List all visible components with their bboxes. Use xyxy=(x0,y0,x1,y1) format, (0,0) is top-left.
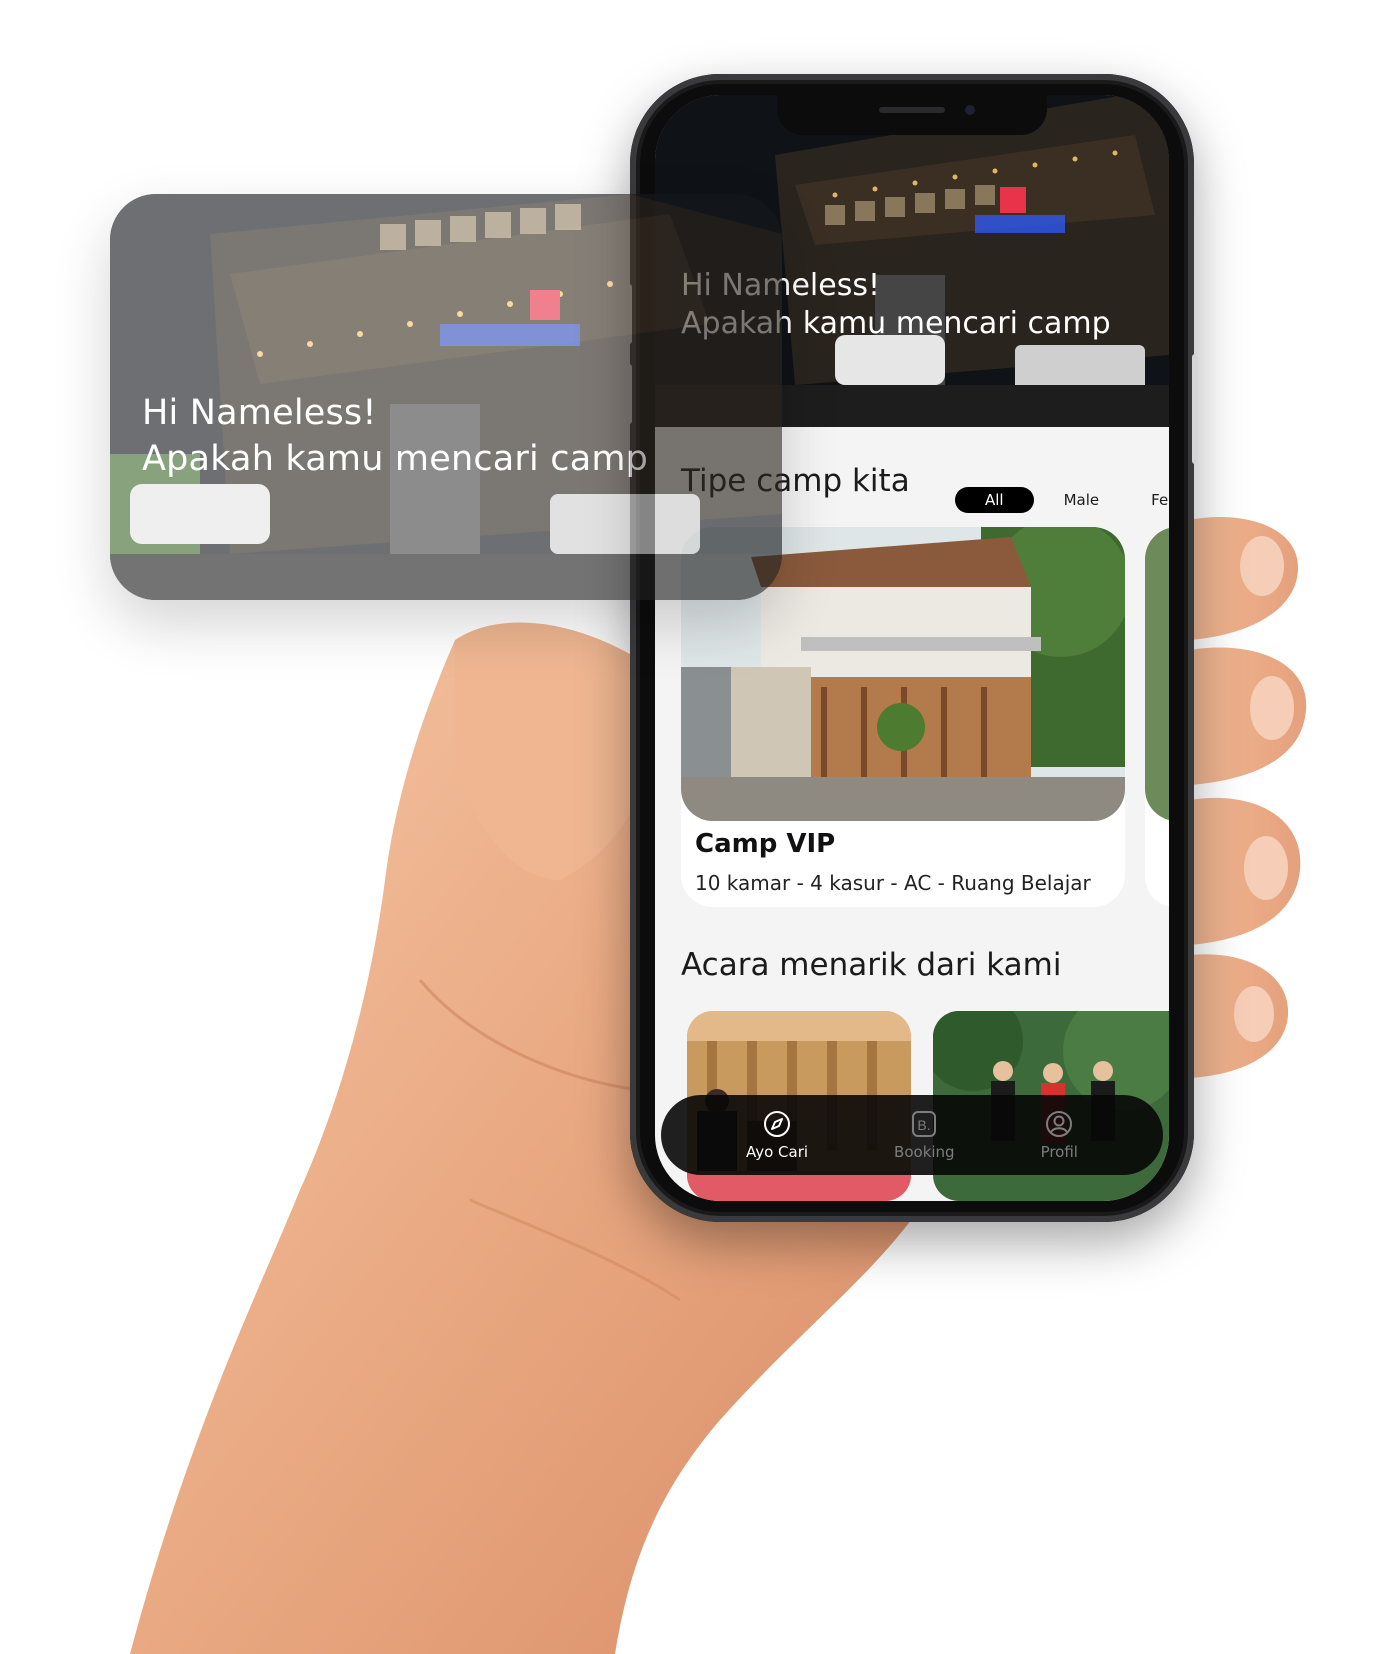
compass-icon xyxy=(764,1111,791,1137)
floating-hero-card: Hi Nameless! Apakah kamu mencari camp xyxy=(110,194,782,600)
camp-card-name: Camp VIP xyxy=(695,829,836,859)
nav-label-profil: Profil xyxy=(1040,1143,1078,1161)
nav-item-ayo-cari[interactable]: Ayo Cari xyxy=(746,1109,808,1161)
booking-icon: B. xyxy=(912,1111,937,1137)
nav-item-booking[interactable]: B. Booking xyxy=(894,1109,955,1161)
svg-text:B.: B. xyxy=(918,1117,931,1133)
nav-label-booking: Booking xyxy=(894,1143,955,1161)
camp-filter-chips: All Male Fema xyxy=(955,487,1169,513)
camp-card-next[interactable] xyxy=(1145,527,1169,907)
profile-icon xyxy=(1046,1111,1073,1137)
bottom-navigation: Ayo Cari B. Booking Profil xyxy=(661,1095,1163,1175)
nav-item-profil[interactable]: Profil xyxy=(1041,1109,1078,1161)
nav-label-ayo-cari: Ayo Cari xyxy=(745,1143,809,1161)
events-section-title: Acara menarik dari kami xyxy=(681,947,1062,983)
camp-card-description: 10 kamar - 4 kasur - AC - Ruang Belajar xyxy=(695,871,1091,895)
filter-chip-male[interactable]: Male xyxy=(1042,487,1122,513)
floating-hero-subtitle: Apakah kamu mencari camp xyxy=(142,439,649,479)
phone-notch xyxy=(777,95,1047,135)
floating-hero-greeting: Hi Nameless! xyxy=(142,393,377,433)
filter-chip-all[interactable]: All xyxy=(955,487,1034,513)
filter-chip-female[interactable]: Fema xyxy=(1129,487,1169,513)
